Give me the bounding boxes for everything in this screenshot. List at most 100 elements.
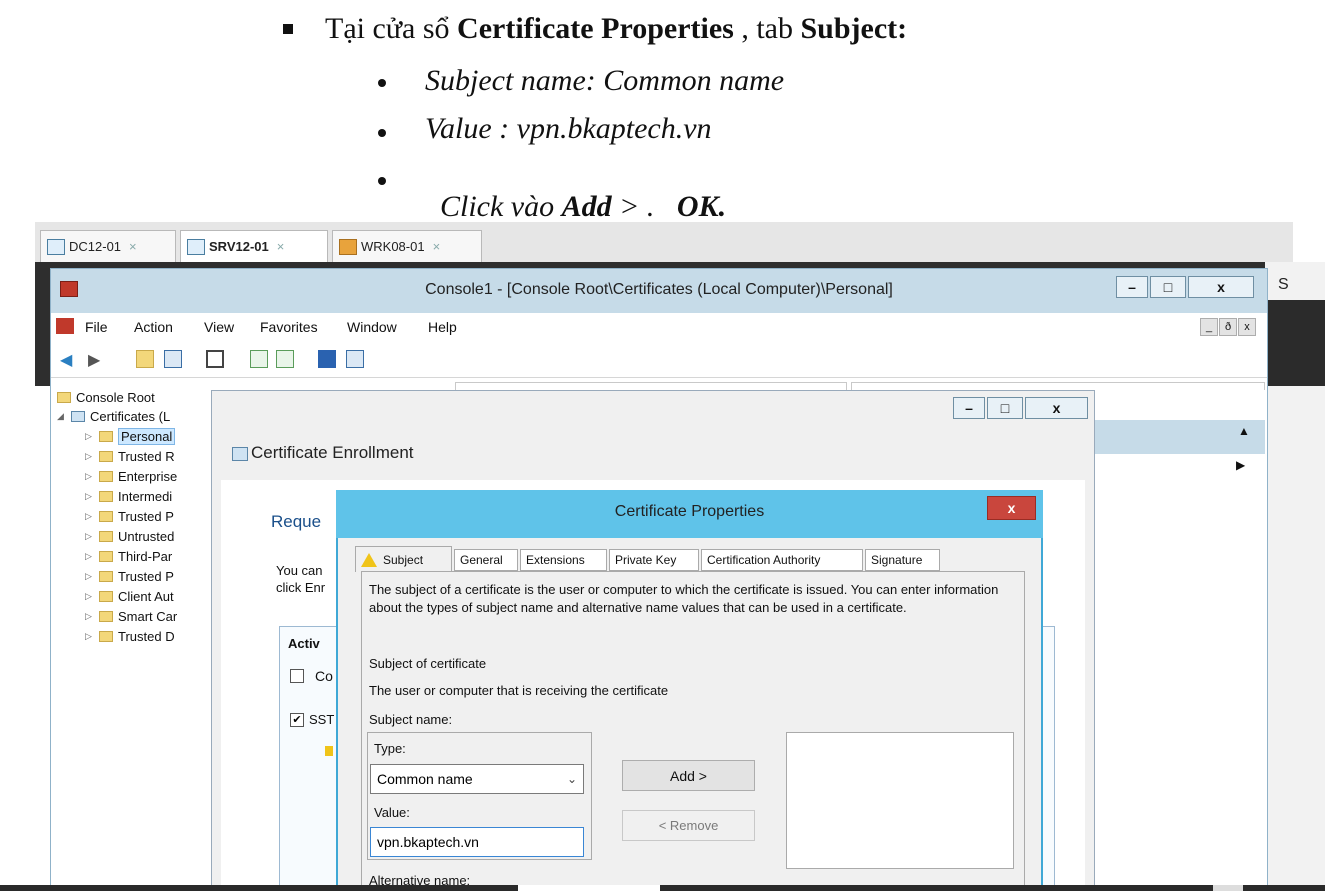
expand-arrow-icon[interactable]: ▶ xyxy=(1236,458,1245,472)
policy-item-label: SST xyxy=(309,712,335,727)
collapsed-arrow-icon[interactable]: ▷ xyxy=(85,571,99,582)
menu-file[interactable]: File xyxy=(85,319,108,335)
collapse-arrow-icon[interactable]: ▲ xyxy=(1238,424,1250,438)
tree-item[interactable]: ▷ Smart Car xyxy=(85,606,177,626)
tree-item[interactable]: ▷ Trusted P xyxy=(85,506,174,526)
collapsed-arrow-icon[interactable]: ▷ xyxy=(85,471,99,482)
collapsed-arrow-icon[interactable]: ▷ xyxy=(85,631,99,642)
host-tab-wrk08[interactable]: WRK08-01 × xyxy=(332,230,482,262)
tree-item-personal[interactable]: ▷ Personal xyxy=(85,426,176,446)
forward-icon[interactable]: ▶ xyxy=(88,350,106,369)
folder-icon xyxy=(99,450,113,462)
enrollment-icon xyxy=(232,447,248,461)
child-minimize-button[interactable]: _ xyxy=(1200,318,1218,336)
close-button[interactable]: x xyxy=(1188,276,1254,298)
policy-list-header: Activ xyxy=(288,636,320,651)
tree-item-certificates[interactable]: ◢ Certificates (L xyxy=(57,406,170,426)
tree-item[interactable]: ▷ Client Aut xyxy=(85,586,174,606)
tab-private-key[interactable]: Private Key xyxy=(609,549,699,571)
collapsed-arrow-icon[interactable]: ▷ xyxy=(85,531,99,542)
request-heading: Reque xyxy=(271,512,322,531)
tree-item[interactable]: ▷ Trusted D xyxy=(85,626,175,646)
folder-icon xyxy=(99,510,113,522)
host-bottom-bar xyxy=(0,885,1325,891)
tree-item[interactable]: ▷ Untrusted xyxy=(85,526,174,546)
back-icon[interactable]: ◀ xyxy=(60,350,78,369)
toolbar xyxy=(51,341,1267,378)
host-tab-srv12[interactable]: SRV12-01 × xyxy=(180,230,328,262)
child-restore-button[interactable]: ð xyxy=(1219,318,1237,336)
pane-divider xyxy=(851,382,1265,390)
type-selected-value: Common name xyxy=(377,771,473,787)
show-action-pane-icon[interactable] xyxy=(346,350,364,368)
export-icon[interactable] xyxy=(276,350,294,368)
collapsed-arrow-icon[interactable]: ▷ xyxy=(85,451,99,462)
expanded-arrow-icon[interactable]: ◢ xyxy=(57,411,71,422)
bottom-bar-highlight xyxy=(518,885,660,891)
child-close-button[interactable]: x xyxy=(1238,318,1256,336)
show-tree-icon[interactable] xyxy=(164,350,182,368)
help-icon[interactable] xyxy=(318,350,336,368)
up-folder-icon[interactable] xyxy=(136,350,154,368)
menu-view[interactable]: View xyxy=(204,319,234,335)
vm-icon xyxy=(187,238,205,255)
remove-button[interactable]: < Remove xyxy=(622,810,755,841)
bottom-bar-highlight xyxy=(1213,885,1243,891)
mmc-menu-icon xyxy=(56,318,74,334)
instruction-heading: Tại cửa sổ Certificate Properties , tab … xyxy=(325,12,908,45)
collapsed-arrow-icon[interactable]: ▷ xyxy=(85,611,99,622)
folder-icon xyxy=(99,610,113,622)
collapsed-arrow-icon[interactable]: ▷ xyxy=(85,511,99,522)
tab-certification-authority[interactable]: Certification Authority xyxy=(701,549,863,571)
close-icon[interactable]: × xyxy=(277,239,285,254)
add-button[interactable]: Add > xyxy=(622,760,755,791)
tab-general[interactable]: General xyxy=(454,549,518,571)
value-label: Value: xyxy=(374,805,410,820)
bullet-dot xyxy=(378,79,386,87)
tree-item-console-root[interactable]: Console Root xyxy=(57,387,155,407)
close-icon[interactable]: × xyxy=(433,239,441,254)
subject-values-list[interactable] xyxy=(786,732,1014,869)
console-title: Console1 - [Console Root\Certificates (L… xyxy=(425,281,893,298)
bullet-square xyxy=(283,24,293,34)
console-tree: Console Root ◢ Certificates (L ▷ Personal … xyxy=(51,385,211,891)
tree-item[interactable]: ▷ Enterprise xyxy=(85,466,177,486)
policy-checkbox-unchecked[interactable] xyxy=(290,669,304,683)
collapsed-arrow-icon[interactable]: ▷ xyxy=(85,591,99,602)
enroll-minimize-button[interactable]: – xyxy=(953,397,985,419)
collapsed-arrow-icon[interactable]: ▷ xyxy=(85,431,99,442)
tab-label: DC12-01 xyxy=(69,239,122,254)
collapsed-arrow-icon[interactable]: ▷ xyxy=(85,491,99,502)
clipboard-icon[interactable] xyxy=(206,350,224,368)
folder-icon xyxy=(99,430,113,442)
computer-cert-icon xyxy=(71,410,85,422)
tab-signature[interactable]: Signature xyxy=(865,549,940,571)
warning-icon xyxy=(361,552,377,567)
tab-subject[interactable]: Subject xyxy=(355,546,452,572)
enroll-close-button[interactable]: x xyxy=(1025,397,1088,419)
tree-item[interactable]: ▷ Trusted R xyxy=(85,446,175,466)
maximize-button[interactable]: □ xyxy=(1150,276,1186,298)
vm-icon xyxy=(47,238,65,255)
tree-item[interactable]: ▷ Third-Par xyxy=(85,546,172,566)
instruction-bullet-2: Value : vpn.bkaptech.vn xyxy=(425,112,712,145)
value-input[interactable]: vpn.bkaptech.vn xyxy=(370,827,584,857)
refresh-icon[interactable] xyxy=(250,350,268,368)
menu-favorites[interactable]: Favorites xyxy=(260,319,318,335)
minimize-button[interactable]: – xyxy=(1116,276,1148,298)
host-tab-dc12[interactable]: DC12-01 × xyxy=(40,230,176,262)
folder-icon xyxy=(99,590,113,602)
properties-close-button[interactable]: x xyxy=(987,496,1036,520)
menu-help[interactable]: Help xyxy=(428,319,457,335)
policy-checkbox-checked[interactable]: ✔ xyxy=(290,713,304,727)
tree-item[interactable]: ▷ Intermedi xyxy=(85,486,172,506)
type-dropdown[interactable]: Common name ⌄ xyxy=(370,764,584,794)
tab-label: WRK08-01 xyxy=(361,239,425,254)
tab-extensions[interactable]: Extensions xyxy=(520,549,607,571)
menu-action[interactable]: Action xyxy=(134,319,173,335)
menu-window[interactable]: Window xyxy=(347,319,397,335)
tree-item[interactable]: ▷ Trusted P xyxy=(85,566,174,586)
collapsed-arrow-icon[interactable]: ▷ xyxy=(85,551,99,562)
enroll-maximize-button[interactable]: □ xyxy=(987,397,1023,419)
close-icon[interactable]: × xyxy=(129,239,137,254)
